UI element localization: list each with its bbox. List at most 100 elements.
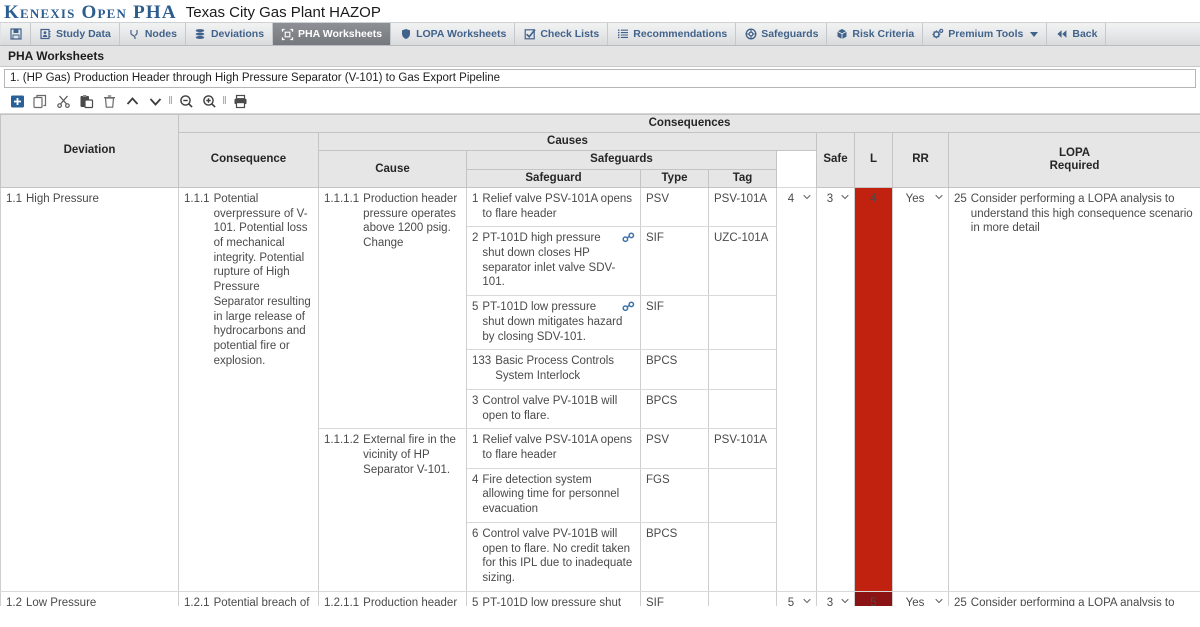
nav-item-deviations[interactable]: Deviations [186, 23, 273, 45]
cell-safeguard[interactable]: 3Control valve PV-101B will open to flar… [467, 389, 641, 428]
nav-item-lopa-worksheets[interactable]: LOPA Worksheets [391, 23, 515, 45]
col-safe[interactable]: Safe [817, 133, 855, 188]
cell-tag[interactable]: PSV-101A [709, 429, 777, 468]
cell-l[interactable]: 3 [817, 187, 855, 591]
cell-type[interactable]: BPCS [641, 522, 709, 591]
cell-lopa-required[interactable]: Yes [893, 591, 949, 606]
cell-rr[interactable]: 5 [855, 591, 893, 606]
list-icon [616, 28, 629, 41]
likelihood-select[interactable]: 3 [822, 192, 849, 207]
nav-item-label: Safeguards [761, 28, 818, 40]
col-rr[interactable]: RR [893, 133, 949, 188]
cell-type[interactable]: SIF [641, 227, 709, 296]
cell-tag[interactable] [709, 296, 777, 350]
nav-item-recommendations[interactable]: Recommendations [608, 23, 736, 45]
cell-type[interactable]: FGS [641, 468, 709, 522]
pha-worksheet-grid[interactable]: Deviation Consequences Consequence Cause… [0, 114, 1200, 606]
cell-lopa-required[interactable]: Yes [893, 187, 949, 591]
likelihood-select[interactable]: 3 [822, 596, 849, 606]
link-icon[interactable] [622, 301, 635, 312]
nav-item-safeguards[interactable]: Safeguards [736, 23, 827, 45]
cell-deviation[interactable]: 1.2Low Pressure [1, 591, 179, 606]
chevron-down-icon[interactable] [840, 597, 849, 606]
lopa-required-select[interactable]: Yes [898, 192, 943, 207]
table-row[interactable]: 1.2Low Pressure1.2.1Potential breach of … [1, 591, 1200, 606]
chevron-down-icon[interactable] [802, 193, 811, 202]
cell-consequence[interactable]: 1.2.1Potential breach of high pressure [179, 591, 319, 606]
cell-rr[interactable]: 4 [855, 187, 893, 591]
col-type[interactable]: Type [641, 169, 709, 187]
cell-cause[interactable]: 1.2.1.1Production header pipeline leak o… [319, 591, 467, 606]
move-down-button[interactable] [144, 91, 166, 112]
zoom-in-button[interactable] [198, 91, 220, 112]
nav-item-save[interactable] [0, 23, 31, 45]
move-up-button[interactable] [121, 91, 143, 112]
cell-pha-recommendation[interactable]: 25Consider performing a LOPA analysis to… [949, 187, 1200, 591]
col-cause[interactable]: Cause [319, 151, 467, 187]
link-icon[interactable] [622, 232, 635, 243]
chevron-down-icon[interactable] [934, 193, 943, 202]
cell-safe[interactable]: 5 [777, 591, 817, 606]
nav-item-check-lists[interactable]: Check Lists [515, 23, 608, 45]
chevron-down-icon[interactable] [802, 597, 811, 606]
cell-type[interactable]: SIF [641, 296, 709, 350]
paste-button[interactable] [75, 91, 97, 112]
cell-tag[interactable] [709, 389, 777, 428]
cube-icon [835, 28, 848, 41]
cell-safeguard[interactable]: 2PT-101D high pressure shut down closes … [467, 227, 641, 296]
duplicate-row-button[interactable] [29, 91, 51, 112]
cell-tag[interactable]: UZC-101A [709, 227, 777, 296]
node-select[interactable]: 1. (HP Gas) Production Header through Hi… [4, 69, 1196, 88]
cell-type[interactable]: SIF [641, 591, 709, 606]
nav-item-back[interactable]: Back [1047, 23, 1106, 45]
nav-item-nodes[interactable]: Nodes [120, 23, 186, 45]
nav-item-pha-worksheets[interactable]: PHA Worksheets [273, 23, 391, 45]
col-deviation[interactable]: Deviation [1, 115, 179, 188]
cell-consequence[interactable]: 1.1.1Potential overpressure of V-101. Po… [179, 187, 319, 591]
zoom-out-button[interactable] [175, 91, 197, 112]
print-button[interactable] [229, 91, 251, 112]
cell-deviation[interactable]: 1.1High Pressure [1, 187, 179, 591]
col-lopa-required[interactable]: LOPA Required [949, 133, 1200, 188]
lopa-required-select[interactable]: Yes [898, 596, 943, 606]
nav-item-study-data[interactable]: Study Data [31, 23, 120, 45]
cell-safeguard[interactable]: 5PT-101D low pressure shut down mitigate… [467, 296, 641, 350]
cell-l[interactable]: 3 [817, 591, 855, 606]
cell-cause[interactable]: 1.1.1.2External fire in the vicinity of … [319, 429, 467, 591]
cell-safeguard[interactable]: 1Relief valve PSV-101A opens to flare he… [467, 429, 641, 468]
cell-safeguard[interactable]: 133Basic Process Controls System Interlo… [467, 350, 641, 389]
chevron-down-icon[interactable] [1030, 32, 1038, 37]
recommendation-number: 25 [954, 596, 967, 606]
cell-tag[interactable]: PSV-101A [709, 187, 777, 226]
cell-tag[interactable] [709, 350, 777, 389]
cell-tag[interactable] [709, 522, 777, 591]
table-row[interactable]: 1.1High Pressure1.1.1Potential overpress… [1, 187, 1200, 226]
cell-type[interactable]: BPCS [641, 350, 709, 389]
cell-safe[interactable]: 4 [777, 187, 817, 591]
nav-item-premium-tools[interactable]: Premium Tools [923, 23, 1047, 45]
cell-safeguard[interactable]: 1Relief valve PSV-101A opens to flare he… [467, 187, 641, 226]
safe-select[interactable]: 4 [782, 192, 811, 207]
consequence-text: Potential breach of high pressure [214, 596, 313, 606]
cell-cause[interactable]: 1.1.1.1Production header pressure operat… [319, 187, 467, 428]
cell-safeguard[interactable]: 4Fire detection system allowing time for… [467, 468, 641, 522]
cell-type[interactable]: BPCS [641, 389, 709, 428]
col-tag[interactable]: Tag [709, 169, 777, 187]
add-row-button[interactable] [6, 91, 28, 112]
cell-safeguard[interactable]: 6Control valve PV-101B will open to flar… [467, 522, 641, 591]
col-consequence[interactable]: Consequence [179, 133, 319, 188]
nav-item-risk-criteria[interactable]: Risk Criteria [827, 23, 923, 45]
cell-type[interactable]: PSV [641, 187, 709, 226]
chevron-down-icon[interactable] [840, 193, 849, 202]
delete-button[interactable] [98, 91, 120, 112]
cut-button[interactable] [52, 91, 74, 112]
cell-type[interactable]: PSV [641, 429, 709, 468]
safe-select[interactable]: 5 [782, 596, 811, 606]
cell-pha-recommendation[interactable]: 25Consider performing a LOPA analysis to… [949, 591, 1200, 606]
cell-tag[interactable] [709, 468, 777, 522]
col-l[interactable]: L [855, 133, 893, 188]
col-safeguard[interactable]: Safeguard [467, 169, 641, 187]
chevron-down-icon[interactable] [934, 597, 943, 606]
cell-tag[interactable] [709, 591, 777, 606]
cell-safeguard[interactable]: 5PT-101D low pressure shut down mitigate… [467, 591, 641, 606]
